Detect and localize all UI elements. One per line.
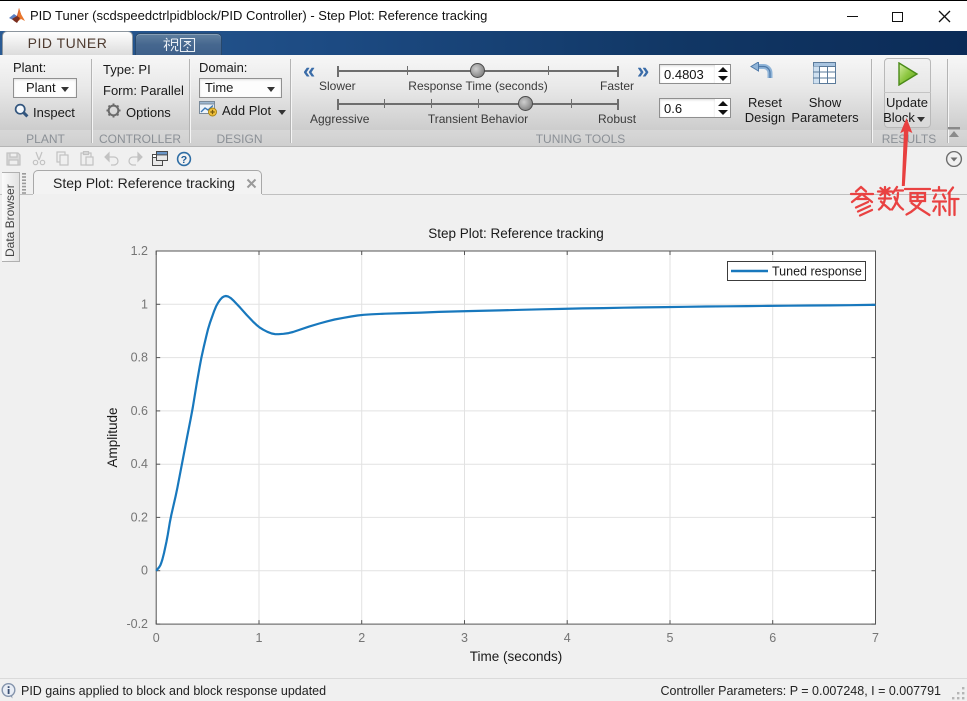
svg-text:1: 1 bbox=[141, 297, 148, 311]
svg-text:Tuned response: Tuned response bbox=[772, 265, 862, 279]
svg-text:2: 2 bbox=[358, 631, 365, 645]
svg-text:0.8: 0.8 bbox=[131, 351, 148, 365]
svg-text:5: 5 bbox=[667, 631, 674, 645]
svg-text:?: ? bbox=[181, 154, 187, 166]
svg-text:1: 1 bbox=[256, 631, 263, 645]
svg-text:3: 3 bbox=[461, 631, 468, 645]
svg-text:Time (seconds): Time (seconds) bbox=[470, 649, 563, 664]
svg-text:-0.2: -0.2 bbox=[126, 617, 148, 631]
svg-text:0: 0 bbox=[153, 631, 160, 645]
svg-text:7: 7 bbox=[872, 631, 879, 645]
svg-text:0.2: 0.2 bbox=[131, 510, 148, 524]
svg-text:0.6: 0.6 bbox=[131, 404, 148, 418]
svg-text:1.2: 1.2 bbox=[131, 244, 148, 258]
svg-text:4: 4 bbox=[564, 631, 571, 645]
svg-text:6: 6 bbox=[769, 631, 776, 645]
svg-text:0.4: 0.4 bbox=[131, 457, 148, 471]
svg-text:0: 0 bbox=[141, 564, 148, 578]
svg-text:Step Plot: Reference tracking: Step Plot: Reference tracking bbox=[428, 226, 604, 241]
svg-text:Amplitude: Amplitude bbox=[105, 407, 120, 467]
